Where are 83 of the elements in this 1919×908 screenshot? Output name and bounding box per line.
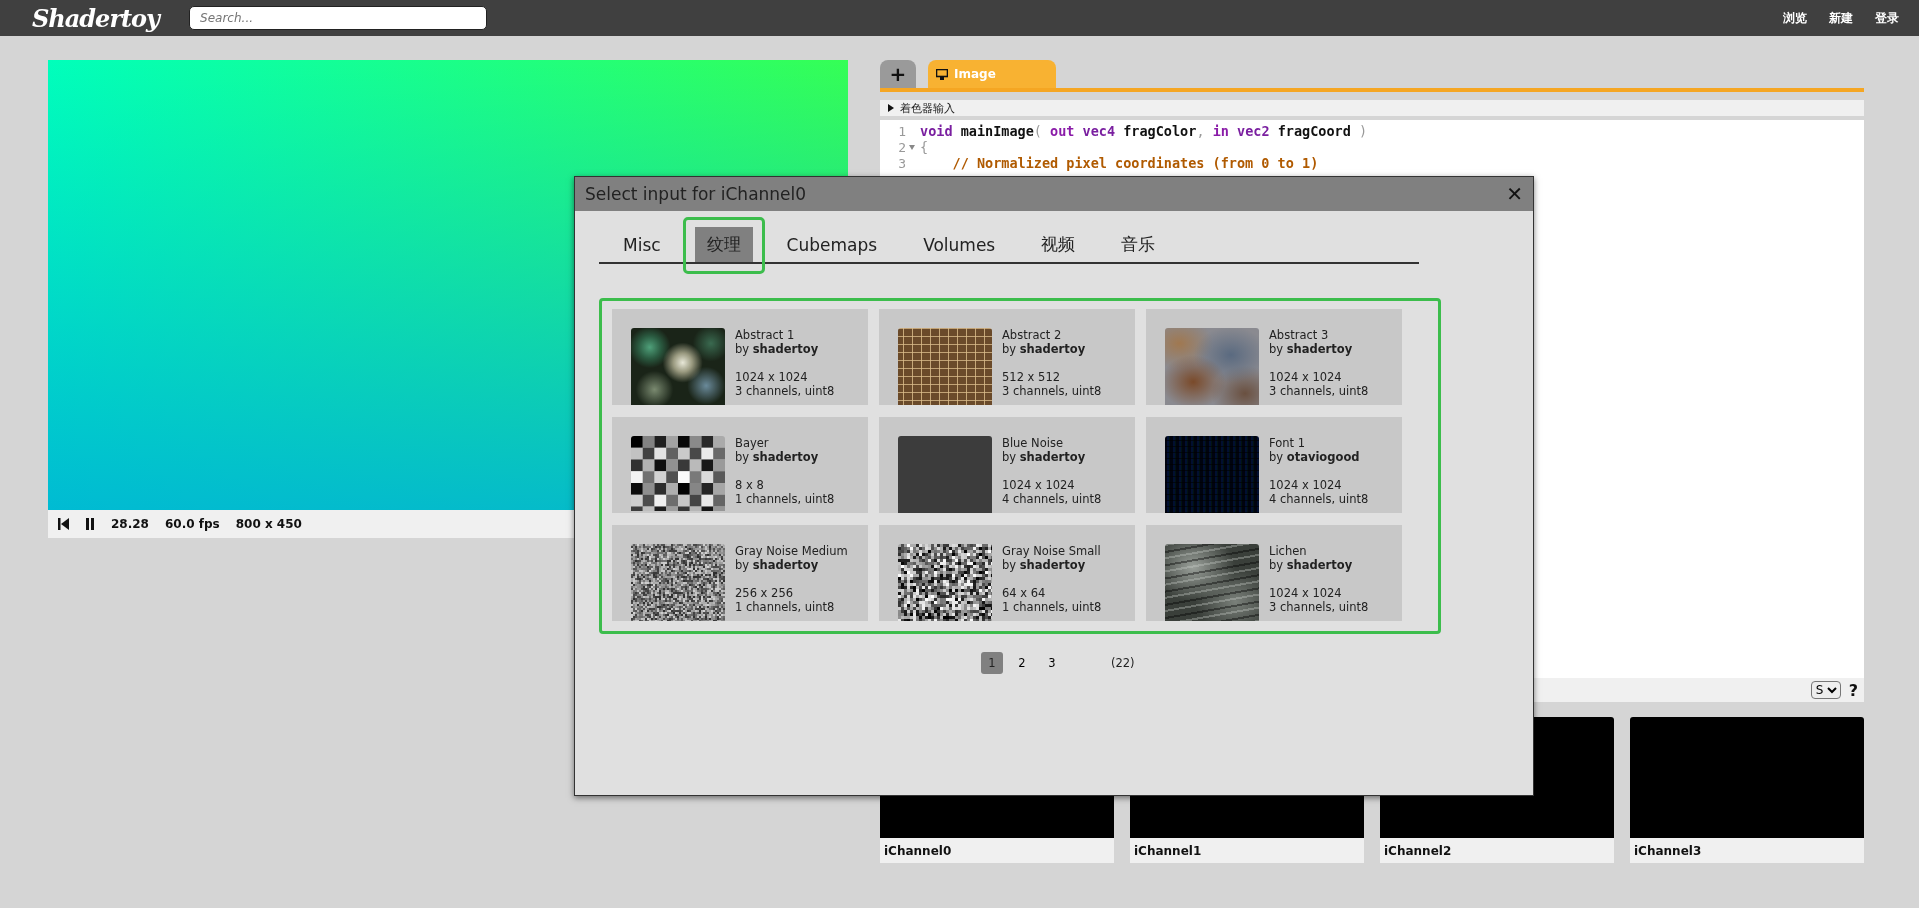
texture-card[interactable]: Abstract 1 by shadertoy 1024 x 1024 3 channels, uint8	[612, 309, 868, 405]
line-number: 3	[897, 155, 906, 171]
texture-name: Abstract 3	[1269, 328, 1330, 342]
texture-author: by otaviogood	[1269, 450, 1361, 464]
texture-format: 1 channels, uint8	[735, 492, 835, 506]
texture-author: by shadertoy	[1002, 450, 1087, 464]
close-button[interactable]: ✕	[1506, 182, 1523, 206]
code-line: void mainImage( out vec4 fragColor, in vec2 fragCoord )	[919, 123, 1368, 139]
time-readout: 28.28	[111, 517, 149, 531]
texture-name: Bayer	[735, 436, 770, 450]
channel-label: iChannel2	[1380, 838, 1614, 863]
category-tab[interactable]: Misc	[611, 227, 673, 262]
texture-size: 1024 x 1024	[1269, 586, 1343, 600]
category-tab[interactable]: Volumes	[911, 227, 1008, 262]
texture-name: Blue Noise	[1002, 436, 1064, 450]
texture-format: 3 channels, uint8	[1002, 384, 1102, 398]
fps-readout: 60.0 fps	[164, 517, 220, 531]
texture-name: Font 1	[1269, 436, 1306, 450]
texture-author: by shadertoy	[1002, 558, 1087, 572]
channel-label: iChannel0	[880, 838, 1114, 863]
texture-author: by shadertoy	[1269, 558, 1354, 572]
category-tab[interactable]: 视频	[1029, 227, 1088, 262]
texture-name: Gray Noise Medium	[735, 544, 848, 558]
texture-format: 3 channels, uint8	[1269, 600, 1369, 614]
code-line: // Normalized pixel coordinates (from 0 to 1)	[951, 155, 1319, 171]
page-button[interactable]: 2	[1011, 652, 1033, 674]
help-link[interactable]: ?	[1848, 680, 1858, 700]
texture-name: Abstract 2	[1002, 328, 1063, 342]
texture-author: by shadertoy	[735, 450, 820, 464]
texture-card[interactable]: Abstract 3 by shadertoy 1024 x 1024 3 channels, uint8	[1146, 309, 1402, 405]
texture-card[interactable]: Blue Noise by shadertoy 1024 x 1024 4 channels, uint8	[879, 417, 1135, 513]
texture-author: by shadertoy	[1269, 342, 1354, 356]
channel-label: iChannel3	[1630, 838, 1864, 863]
texture-size: 64 x 64	[1002, 586, 1047, 600]
texture-card[interactable]: Font 1 by otaviogood 1024 x 1024 4 channels, uint8	[1146, 417, 1402, 513]
rewind-icon[interactable]	[58, 518, 69, 530]
texture-name: Gray Noise Small	[1002, 544, 1102, 558]
page-total: (22)	[1111, 656, 1135, 670]
page-button[interactable]: 3	[1041, 652, 1063, 674]
channel-label: iChannel1	[1130, 838, 1364, 863]
pause-icon[interactable]	[85, 518, 95, 530]
texture-size: 1024 x 1024	[1002, 478, 1076, 492]
texture-format: 3 channels, uint8	[1269, 384, 1369, 398]
texture-format: 1 channels, uint8	[735, 600, 836, 614]
line-number: 1	[897, 123, 906, 139]
nav-link[interactable]: 浏览	[1783, 9, 1807, 27]
texture-size: 1024 x 1024	[1269, 370, 1343, 384]
texture-format: 4 channels, uint8	[1002, 492, 1102, 506]
texture-card[interactable]: Abstract 2 by shadertoy 512 x 512 3 channels, uint8	[879, 309, 1135, 405]
resolution-readout: 800 x 450	[235, 517, 302, 531]
texture-format: 4 channels, uint8	[1269, 492, 1369, 506]
texture-size: 1024 x 1024	[735, 370, 809, 384]
texture-card[interactable]: Gray Noise Small by shadertoy 64 x 64 1 channels, uint8	[879, 525, 1135, 621]
code-line: {	[919, 139, 929, 155]
texture-author: by shadertoy	[1002, 342, 1087, 356]
texture-author: by shadertoy	[735, 342, 820, 356]
shader-inputs-toggle[interactable]: 着色器输入	[900, 100, 955, 116]
category-tab[interactable]: 音乐	[1109, 227, 1168, 262]
texture-card[interactable]: Bayer by shadertoy 8 x 8 1 channels, uint8	[612, 417, 868, 513]
texture-format: 3 channels, uint8	[735, 384, 835, 398]
texture-name: Lichen	[1269, 544, 1308, 558]
texture-format: 1 channels, uint8	[1002, 600, 1102, 614]
texture-size: 512 x 512	[1002, 370, 1062, 384]
texture-size: 1024 x 1024	[1269, 478, 1343, 492]
add-tab-button[interactable]: +	[880, 60, 916, 88]
dialog-title: Select input for iChannel0	[585, 184, 807, 204]
nav-link[interactable]: 登录	[1875, 9, 1899, 27]
category-tab[interactable]: Cubemaps	[774, 227, 890, 262]
expand-triangle-icon	[888, 104, 894, 112]
texture-size: 256 x 256	[735, 586, 795, 600]
page-button[interactable]: 1	[981, 652, 1003, 674]
nav-link[interactable]: 新建	[1829, 9, 1853, 27]
monitor-icon	[936, 68, 948, 80]
line-number: 2	[897, 139, 906, 155]
mode-select[interactable]: S	[1810, 681, 1841, 699]
category-tab[interactable]: 纹理	[694, 227, 753, 262]
texture-author: by shadertoy	[735, 558, 820, 572]
texture-size: 8 x 8	[735, 478, 765, 492]
texture-card[interactable]: Lichen by shadertoy 1024 x 1024 3 channels, uint8	[1146, 525, 1402, 621]
logo[interactable]: Shadertoy	[32, 3, 160, 33]
texture-card[interactable]: Gray Noise Medium by shadertoy 256 x 256 1 channels, uint8	[612, 525, 868, 621]
search-field[interactable]: Search...	[189, 6, 488, 30]
texture-name: Abstract 1	[735, 328, 796, 342]
